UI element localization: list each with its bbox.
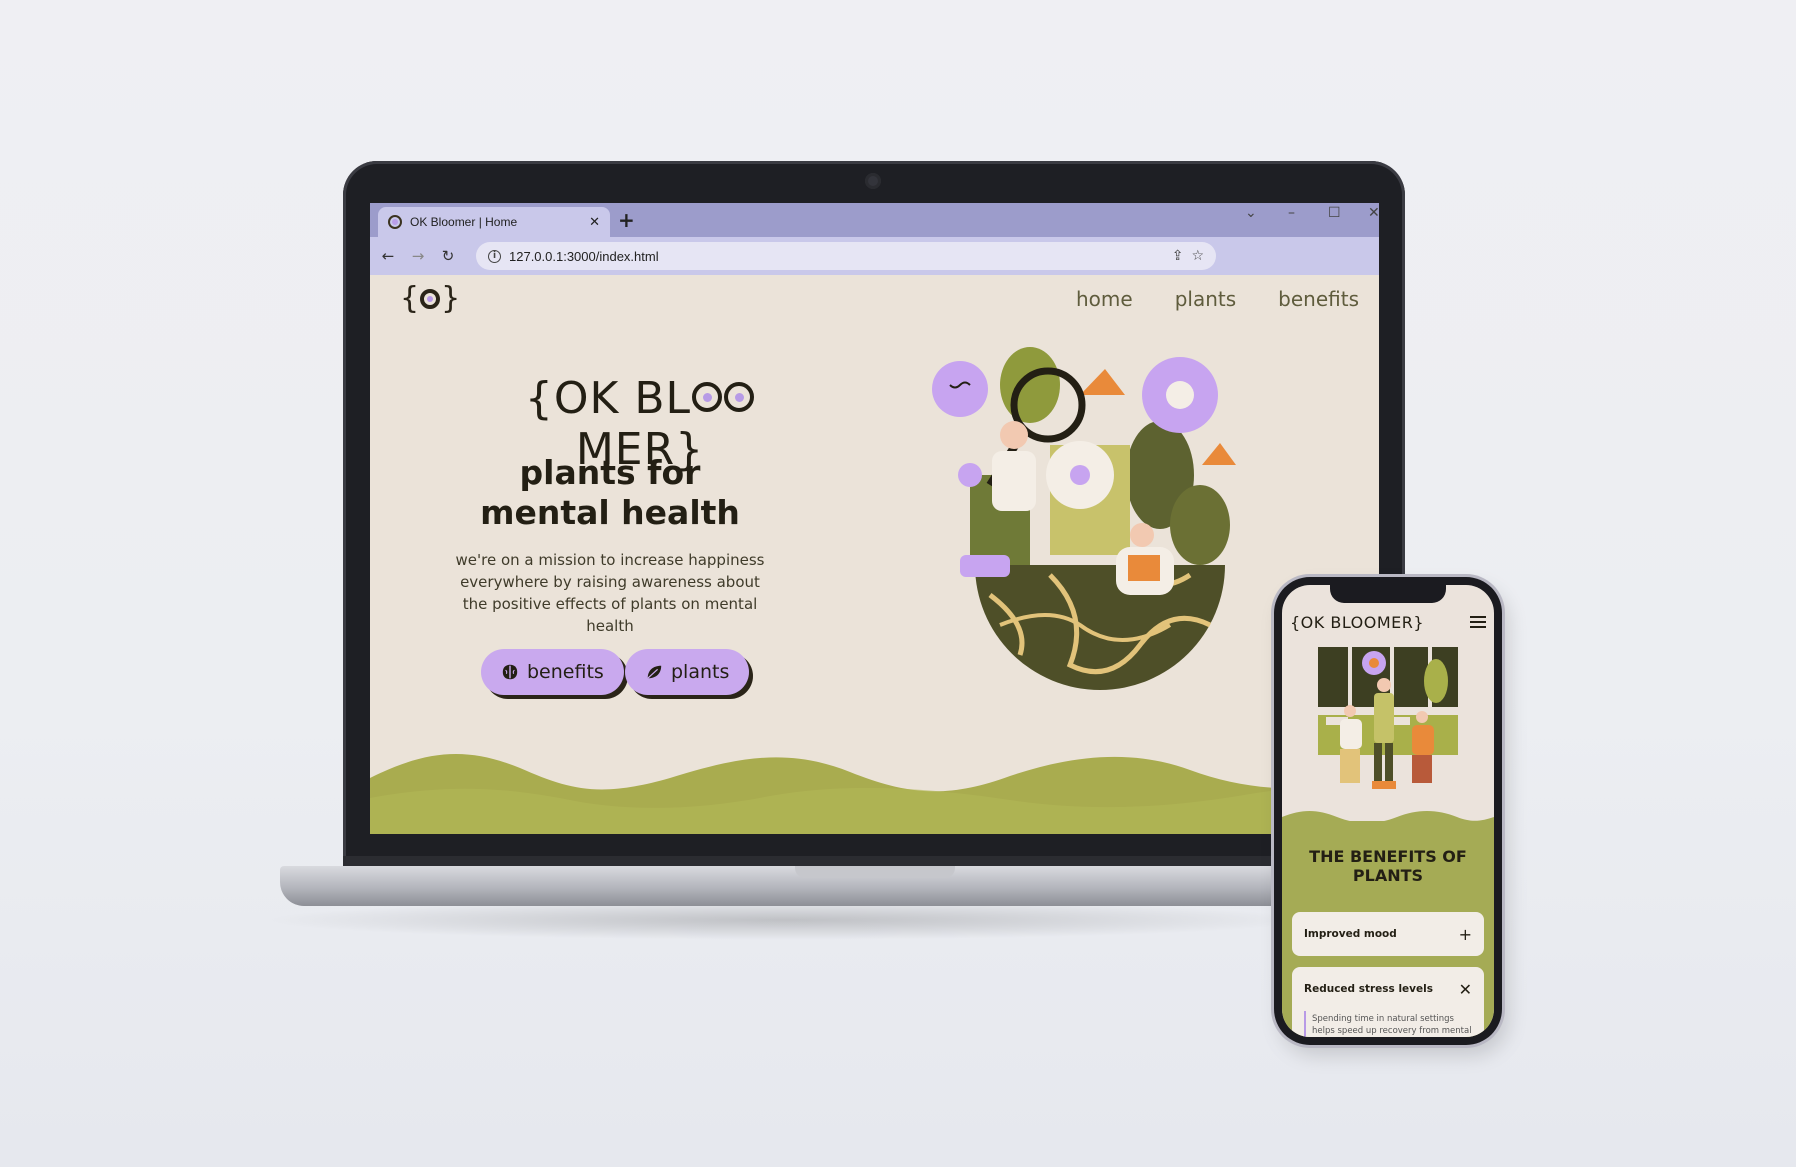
- phone-illustration: [1318, 647, 1458, 789]
- plus-icon[interactable]: +: [1459, 925, 1472, 944]
- nav-benefits-link[interactable]: benefits: [1278, 287, 1359, 311]
- accordion-title: Improved mood: [1304, 928, 1397, 940]
- logo-flower-icon: [420, 288, 441, 309]
- phone-notch: [1330, 585, 1446, 603]
- accordion-header[interactable]: Improved mood +: [1304, 912, 1472, 956]
- browser-tabbar: OK Bloomer | Home ✕ + ⌄ – ☐ ✕: [370, 203, 1379, 237]
- accordion-item-improved-mood[interactable]: Improved mood +: [1292, 912, 1484, 956]
- tab-search-icon[interactable]: ⌄: [1245, 205, 1257, 221]
- tab-close-icon[interactable]: ✕: [589, 215, 600, 230]
- benefits-button[interactable]: benefits: [481, 649, 624, 695]
- website-hero: {} home plants benefits {OK BLMER} plant…: [370, 275, 1379, 834]
- site-info-icon[interactable]: i: [488, 249, 501, 263]
- browser-toolbar: ← → ↻ i 127.0.0.1:3000/index.html ⇪ ☆: [370, 237, 1379, 275]
- nav-home-link[interactable]: home: [1076, 287, 1133, 311]
- benefits-title: THE BENEFITS OF PLANTS: [1309, 847, 1467, 885]
- accordion-body: Spending time in natural settings helps …: [1304, 1011, 1472, 1037]
- leaf-icon: [647, 665, 662, 679]
- mission-text: we're on a mission to increase happiness…: [455, 551, 765, 635]
- headline-line-2: mental health: [480, 493, 740, 532]
- share-icon[interactable]: ⇪: [1172, 248, 1184, 264]
- url-text[interactable]: 127.0.0.1:3000/index.html: [509, 249, 1164, 264]
- maximize-button[interactable]: ☐: [1328, 205, 1341, 221]
- floor-shadow: [260, 900, 1310, 940]
- brand-o-icon: [692, 382, 723, 412]
- hamburger-menu-icon[interactable]: [1470, 616, 1486, 628]
- bookmark-star-icon[interactable]: ☆: [1191, 248, 1204, 264]
- browser-tab[interactable]: OK Bloomer | Home ✕: [378, 207, 610, 237]
- address-bar[interactable]: i 127.0.0.1:3000/index.html ⇪ ☆: [476, 242, 1216, 270]
- accordion-header[interactable]: Reduced stress levels ✕: [1304, 967, 1472, 1011]
- hero-headline: plants for mental health: [450, 453, 770, 533]
- forward-arrow-icon[interactable]: →: [410, 247, 426, 265]
- accordion-title: Reduced stress levels: [1304, 983, 1433, 995]
- laptop-screen: OK Bloomer | Home ✕ + ⌄ – ☐ ✕ ← → ↻ i 12…: [370, 203, 1379, 834]
- nav-plants-link[interactable]: plants: [1175, 287, 1236, 311]
- benefits-button-label: benefits: [527, 661, 604, 683]
- plants-button[interactable]: plants: [625, 649, 750, 695]
- brand-o-icon: [724, 382, 755, 412]
- tab-title: OK Bloomer | Home: [410, 215, 518, 229]
- window-close-button[interactable]: ✕: [1368, 205, 1379, 221]
- reload-icon[interactable]: ↻: [440, 247, 456, 265]
- phone-screen: {OK BLOOMER} THE BENEFITS OF PLANTS Impr…: [1282, 585, 1494, 1037]
- headline-line-1: plants for: [519, 453, 701, 492]
- webcam: [865, 173, 881, 189]
- plants-button-label: plants: [671, 661, 730, 683]
- site-logo[interactable]: {}: [400, 281, 460, 316]
- phone-logo[interactable]: {OK BLOOMER}: [1290, 613, 1424, 632]
- phone-header: {OK BLOOMER}: [1282, 607, 1494, 637]
- back-arrow-icon[interactable]: ←: [380, 247, 396, 265]
- brand-title-left: {OK BL: [524, 373, 692, 424]
- hero-illustration: [932, 347, 1240, 690]
- brain-icon: [502, 664, 518, 680]
- accordion-item-reduced-stress[interactable]: Reduced stress levels ✕ Spending time in…: [1292, 967, 1484, 1037]
- new-tab-button[interactable]: +: [618, 208, 635, 232]
- green-wave: [370, 754, 1379, 834]
- close-icon[interactable]: ✕: [1459, 980, 1472, 999]
- minimize-button[interactable]: –: [1288, 205, 1295, 221]
- site-nav: home plants benefits: [1076, 287, 1359, 311]
- trackpad-notch: [795, 866, 955, 878]
- favicon-icon: [388, 215, 402, 229]
